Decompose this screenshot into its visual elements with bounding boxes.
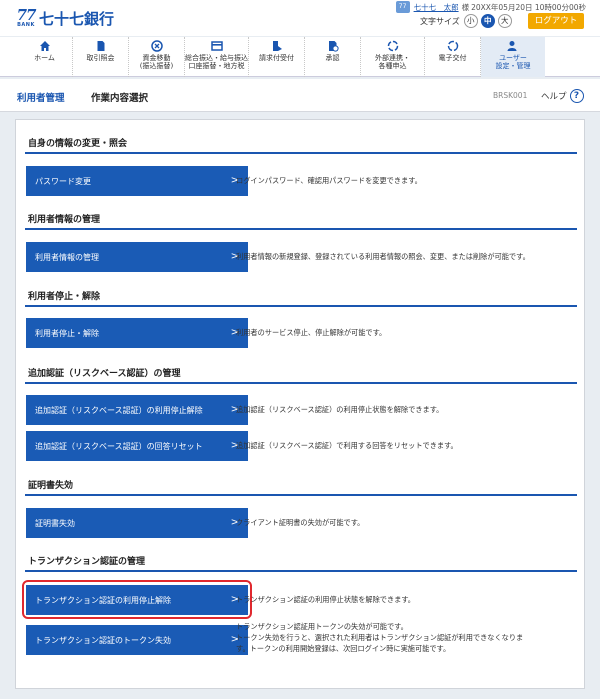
- nav-transfer[interactable]: 資金移動 (振込振替): [129, 37, 185, 77]
- section-title: 利用者情報の管理: [28, 215, 101, 225]
- nav-payment[interactable]: 総合振込・給与振込 口座振替・地方税: [185, 37, 249, 77]
- section-divider: [25, 494, 577, 496]
- user-settings-icon: [507, 41, 517, 51]
- logout-button[interactable]: ログアウト: [528, 13, 584, 29]
- header: 77 BANK 七十七銀行 77 七十七 太郎 様 20XX年05月20日 10…: [0, 0, 600, 36]
- action-description: 利用者のサービス停止、停止解除が可能です。: [236, 328, 387, 337]
- action-description: 利用者情報の新規登録、登録されている利用者情報の照会、変更、または削除が可能です…: [236, 252, 530, 261]
- action-description: ログインパスワード、確認用パスワードを変更できます。: [236, 176, 422, 185]
- section-title: 利用者停止・解除: [28, 292, 101, 302]
- user-suffix: 様: [461, 2, 470, 12]
- payment-icon: [210, 41, 223, 51]
- certificate-revoke-button[interactable]: 証明書失効 >: [26, 508, 248, 538]
- section-divider: [25, 228, 577, 230]
- login-time: 20XX年05月20日 10時00分00秒: [471, 2, 586, 12]
- text-size-label: 文字サイズ: [420, 16, 460, 26]
- action-description: トークン失効を行うと、選択された利用者はトランザクション認証が利用できなくなりま: [236, 633, 524, 642]
- section-divider: [25, 305, 577, 307]
- risk-based-reset-button[interactable]: 追加認証（リスクベース認証）の回答リセット >: [26, 431, 248, 461]
- nav-external[interactable]: 外部連携・ 各種申込: [361, 37, 425, 77]
- content-panel: 自身の情報の変更・照会 パスワード変更 > ログインパスワード、確認用パスワード…: [15, 119, 585, 689]
- nav-inquiry[interactable]: 取引照会: [73, 37, 129, 77]
- action-description: トランザクション認証用トークンの失効が可能です。: [236, 622, 408, 631]
- nav-home[interactable]: ホーム: [17, 37, 73, 77]
- section-title: 証明書失効: [28, 481, 74, 491]
- text-size-small-button[interactable]: 小: [463, 14, 478, 28]
- transaction-auth-unlock-button[interactable]: トランザクション認証の利用停止解除 >: [26, 585, 248, 615]
- text-size-large-button[interactable]: 大: [497, 14, 512, 28]
- section-divider: [25, 152, 577, 154]
- section-title: 追加認証（リスクベース認証）の管理: [28, 369, 181, 379]
- approve-icon: [328, 41, 339, 52]
- password-change-button[interactable]: パスワード変更 >: [26, 166, 248, 196]
- risk-based-unlock-button[interactable]: 追加認証（リスクベース認証）の利用停止解除 >: [26, 395, 248, 425]
- nav-delivery[interactable]: 電子交付: [425, 37, 481, 77]
- document-icon: [97, 41, 104, 51]
- screen-id: BRSK001: [493, 91, 528, 100]
- section-title: トランザクション認証の管理: [28, 557, 146, 567]
- help-label: ヘルプ: [541, 92, 567, 102]
- action-description: す。トークンの利用開始登録は、次回ログイン時に実施可能です。: [236, 644, 451, 653]
- page-title: 作業内容選択: [91, 93, 149, 104]
- user-suspend-release-button[interactable]: 利用者停止・解除 >: [26, 318, 248, 348]
- nav-request[interactable]: 請求付受付: [249, 37, 305, 77]
- delivery-icon: [447, 40, 458, 52]
- bank-logo[interactable]: 77 BANK 七十七銀行: [15, 6, 115, 29]
- transaction-token-revoke-button[interactable]: トランザクション認証のトークン失効 >: [26, 625, 248, 655]
- request-icon: [272, 41, 282, 51]
- user-info-management-button[interactable]: 利用者情報の管理 >: [26, 242, 248, 272]
- user-name-link[interactable]: 七十七 太郎: [414, 2, 459, 13]
- text-size-control: 文字サイズ 小 中 大: [420, 14, 515, 28]
- action-description: 追加認証（リスクベース認証）で利用する回答をリセットできます。: [236, 441, 458, 450]
- home-icon: [39, 41, 50, 51]
- section-divider: [25, 382, 577, 384]
- title-bar: 利用者管理 作業内容選択 BRSK001 ヘルプ ?: [0, 79, 600, 112]
- nav-approve[interactable]: 承認: [305, 37, 361, 77]
- action-description: 追加認証（リスクベース認証）の利用停止状態を解除できます。: [236, 405, 444, 414]
- help-icon: ?: [569, 89, 584, 103]
- transfer-icon: [150, 40, 163, 52]
- logo-mark: 77 BANK: [16, 6, 37, 29]
- link-icon: [387, 40, 398, 52]
- user-badge-icon: 77: [395, 1, 410, 13]
- breadcrumb-user-management: 利用者管理: [17, 93, 65, 104]
- user-info: 77 七十七 太郎 様 20XX年05月20日 10時00分00秒: [395, 1, 586, 13]
- main-nav: ホーム 取引照会 資金移動 (振込振替) 総合振込・給与振込 口座振替・地方税 …: [0, 37, 600, 77]
- section-divider: [25, 570, 577, 572]
- section-title: 自身の情報の変更・照会: [28, 139, 128, 149]
- help-button[interactable]: ヘルプ ?: [541, 89, 584, 103]
- bank-name: 七十七銀行: [39, 10, 115, 28]
- text-size-medium-button[interactable]: 中: [480, 14, 495, 28]
- nav-user-settings[interactable]: ユーザー 設定・管理: [481, 37, 545, 77]
- action-description: クライアント証明書の失効が可能です。: [236, 518, 365, 527]
- action-description: トランザクション認証の利用停止状態を解除できます。: [236, 595, 415, 604]
